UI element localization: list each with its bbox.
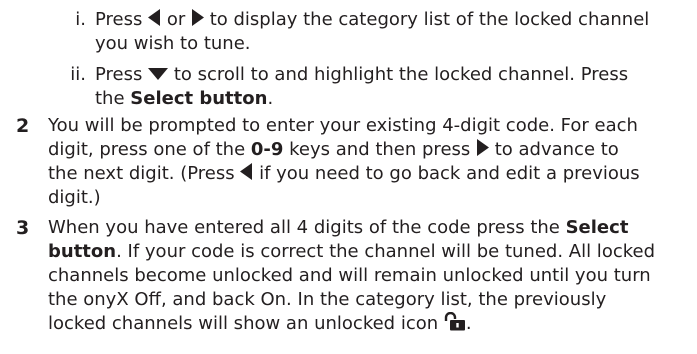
sub-step-text: Press to scroll to and highlight the loc… — [95, 63, 695, 111]
left-triangle-icon — [240, 163, 253, 180]
text-line: channels become unlocked and will remain… — [48, 265, 651, 286]
sub-step-numeral: ii. — [70, 64, 86, 85]
text-line: digit, press one of the 0-9 keys and the… — [48, 139, 619, 160]
text-line: Press or to display the category list of… — [95, 9, 650, 30]
text-line: When you have entered all 4 digits of th… — [48, 217, 629, 238]
text-line: the next digit. (Press if you need to go… — [48, 163, 640, 184]
text-line: button. If your code is correct the chan… — [48, 241, 656, 262]
text-line: you wish to tune. — [95, 33, 251, 54]
right-triangle-icon — [191, 9, 204, 26]
step-text: When you have entered all 4 digits of th… — [48, 216, 694, 336]
instruction-page: i. Press or to display the category list… — [0, 0, 697, 354]
sub-step-text: Press or to display the category list of… — [95, 8, 695, 56]
text-line: digit.) — [48, 187, 101, 208]
right-triangle-icon — [477, 139, 489, 156]
step-text: You will be prompted to enter your exist… — [48, 114, 694, 210]
text-line: Press to scroll to and highlight the loc… — [95, 64, 629, 85]
left-triangle-icon — [148, 9, 161, 26]
down-triangle-icon — [148, 68, 169, 80]
unlocked-padlock-icon — [444, 312, 465, 331]
text-line: locked channels will show an unlocked ic… — [48, 312, 472, 334]
step-number: 3 — [16, 217, 30, 239]
text-line: the Select button. — [95, 88, 274, 109]
text-line: You will be prompted to enter your exist… — [48, 115, 638, 136]
step-number: 2 — [16, 115, 30, 137]
text-line: the onyX Off, and back On. In the catego… — [48, 289, 607, 310]
sub-step-numeral: i. — [75, 9, 86, 30]
